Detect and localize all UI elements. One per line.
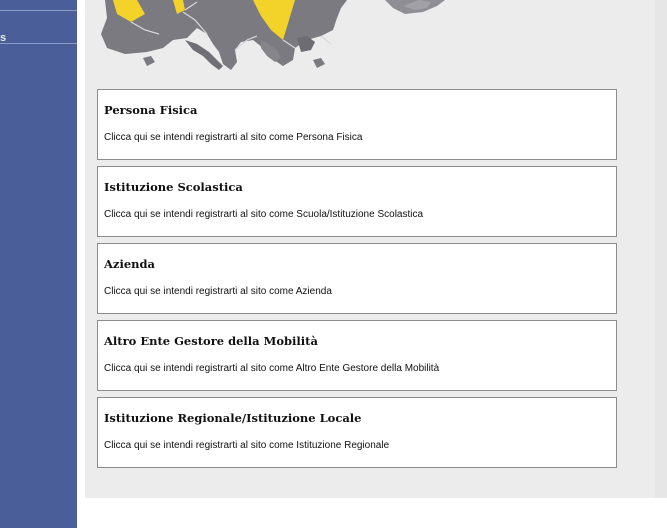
registration-options: Persona Fisica Clicca qui se intendi reg… — [97, 89, 617, 474]
sidebar-divider-bottom — [0, 43, 77, 44]
europe-map-banner — [85, 0, 667, 75]
option-description: Clicca qui se intendi registrarti al sit… — [104, 363, 440, 374]
option-description: Clicca qui se intendi registrarti al sit… — [104, 132, 363, 143]
europe-map-image — [101, 0, 445, 70]
option-istituzione-regionale[interactable]: Istituzione Regionale/Istituzione Locale… — [97, 397, 617, 468]
page: s Persona Fisica Clicca qui se intendi r… — [0, 0, 667, 528]
option-istituzione-scolastica[interactable]: Istituzione Scolastica Clicca qui se int… — [97, 166, 617, 237]
option-azienda[interactable]: Azienda Clicca qui se intendi registrart… — [97, 243, 617, 314]
option-title: Persona Fisica — [104, 103, 198, 117]
content-right-edge — [655, 0, 667, 498]
sidebar-nav-item[interactable]: s — [0, 11, 77, 44]
option-altro-ente-gestore[interactable]: Altro Ente Gestore della Mobilità Clicca… — [97, 320, 617, 391]
option-persona-fisica[interactable]: Persona Fisica Clicca qui se intendi reg… — [97, 89, 617, 160]
option-description: Clicca qui se intendi registrarti al sit… — [104, 440, 390, 451]
option-description: Clicca qui se intendi registrarti al sit… — [104, 286, 332, 297]
option-title: Istituzione Scolastica — [104, 180, 243, 194]
option-description: Clicca qui se intendi registrarti al sit… — [104, 209, 424, 220]
option-title: Azienda — [104, 257, 155, 271]
option-title: Istituzione Regionale/Istituzione Locale — [104, 411, 362, 425]
sidebar: s — [0, 0, 77, 528]
main-content: Persona Fisica Clicca qui se intendi reg… — [85, 0, 667, 498]
option-title: Altro Ente Gestore della Mobilità — [104, 334, 318, 348]
